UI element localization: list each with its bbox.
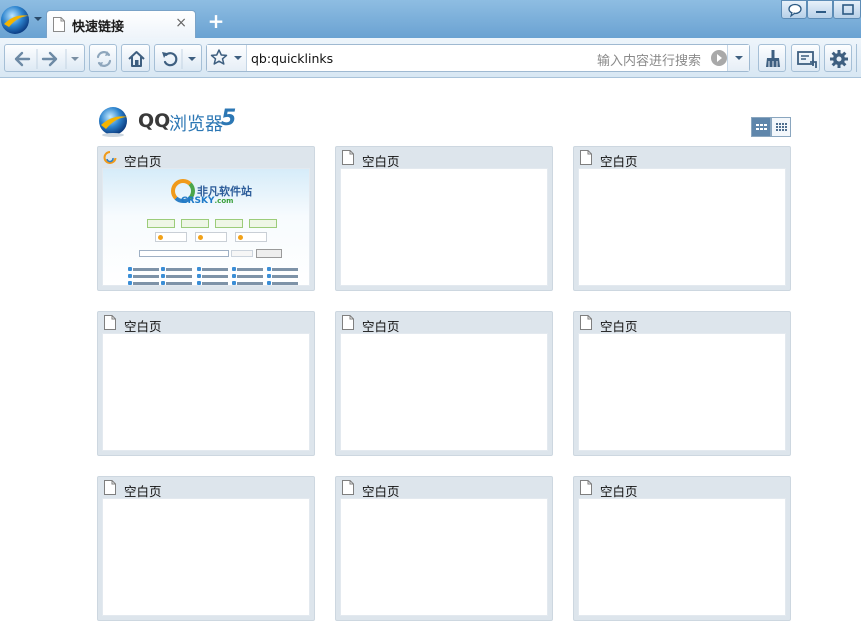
blank-page-icon <box>342 150 354 165</box>
qq-browser-logo-icon <box>1 6 42 34</box>
tile-header: 空白页 <box>574 147 790 169</box>
chevron-down-icon <box>735 56 743 60</box>
tab-title: 快速链接 <box>72 20 125 35</box>
address-dropdown-button[interactable] <box>727 45 749 71</box>
refresh-button[interactable] <box>89 44 117 72</box>
large-grid-view-button[interactable] <box>751 117 771 137</box>
blank-page-icon <box>580 480 592 495</box>
minimize-button[interactable] <box>807 0 833 19</box>
favorite-dropdown-icon[interactable] <box>234 56 242 60</box>
blank-page-icon <box>580 315 592 330</box>
undo-icon <box>162 49 196 69</box>
minimize-icon <box>816 11 826 13</box>
small-grid-view-button[interactable] <box>771 117 791 137</box>
history-dropdown-icon[interactable] <box>71 57 79 61</box>
tile-thumbnail <box>578 333 786 451</box>
title-bar: 快速链接 × + <box>0 0 861 38</box>
maximize-button[interactable] <box>833 0 861 19</box>
tab-quicklinks[interactable]: 快速链接 × <box>46 10 196 38</box>
toolbar: 输入内容进行搜索 <box>0 38 861 78</box>
blank-page-icon <box>104 480 116 495</box>
tile-thumbnail <box>102 498 310 616</box>
qq-browser-globe-icon <box>99 107 128 137</box>
blank-page-icon <box>342 480 354 495</box>
forward-icon[interactable] <box>41 51 58 67</box>
tile-thumbnail <box>340 168 548 286</box>
tile-header: 空白页 <box>574 477 790 499</box>
url-input[interactable] <box>251 49 581 67</box>
blank-page-icon <box>104 315 116 330</box>
blank-page-icon <box>580 150 592 165</box>
view-toggle <box>751 117 791 137</box>
address-bar: 输入内容进行搜索 <box>206 44 750 72</box>
quicklink-tile[interactable]: 空白页 <box>97 476 315 621</box>
crsky-page-preview: 非凡软件站 CRSKY.com <box>103 169 309 285</box>
gear-icon <box>830 50 848 68</box>
broom-icon <box>766 50 780 67</box>
page-icon <box>53 17 65 32</box>
refresh-icon <box>96 51 112 67</box>
feedback-button[interactable] <box>781 0 807 19</box>
tile-header: 空白页 <box>98 312 314 334</box>
tile-thumbnail <box>102 333 310 451</box>
tile-header: 空白页 <box>98 147 314 169</box>
favorite-button[interactable] <box>207 45 247 71</box>
tile-thumbnail: 非凡软件站 CRSKY.com <box>102 168 310 286</box>
tile-header: 空白页 <box>336 477 552 499</box>
blank-page-icon <box>342 315 354 330</box>
search-placeholder[interactable]: 输入内容进行搜索 <box>597 50 701 69</box>
undo-close-tab-button[interactable] <box>154 44 202 72</box>
crsky-favicon-icon <box>103 151 117 164</box>
clean-button[interactable] <box>758 44 786 72</box>
search-go-icon[interactable] <box>711 50 727 66</box>
home-button[interactable] <box>121 44 150 72</box>
back-icon[interactable] <box>14 51 31 67</box>
new-tab-button[interactable]: + <box>205 10 227 32</box>
toolbar-overflow[interactable] <box>856 44 861 72</box>
quicklink-tile[interactable]: 空白页 非凡软件站 CRSKY.com <box>97 146 315 291</box>
browser-menu-button[interactable] <box>0 2 46 36</box>
navigation-group <box>4 44 85 72</box>
quicklink-tile[interactable]: 空白页 <box>335 146 553 291</box>
tile-thumbnail <box>578 168 786 286</box>
undo-dropdown-icon[interactable] <box>188 57 196 61</box>
maximize-icon <box>842 4 854 15</box>
grid-large-icon <box>756 124 767 130</box>
quicklink-tile[interactable]: 空白页 <box>335 476 553 621</box>
grid-small-icon <box>776 123 787 131</box>
tile-thumbnail <box>340 333 548 451</box>
tile-header: 空白页 <box>574 312 790 334</box>
tile-thumbnail <box>340 498 548 616</box>
settings-button[interactable] <box>824 44 852 72</box>
tab-close-icon[interactable]: × <box>175 15 187 31</box>
quicklink-tile[interactable]: 空白页 <box>573 476 791 621</box>
star-icon <box>210 49 242 65</box>
quicklink-tile[interactable]: 空白页 <box>97 311 315 456</box>
tile-header: 空白页 <box>98 477 314 499</box>
screenshot-button[interactable] <box>791 44 820 72</box>
tile-header: 空白页 <box>336 312 552 334</box>
home-icon <box>128 51 145 67</box>
screenshot-icon <box>797 51 817 68</box>
brand-name: 浏览器 <box>169 114 223 135</box>
tile-thumbnail <box>578 498 786 616</box>
quicklink-tile[interactable]: 空白页 <box>335 311 553 456</box>
preview-site-en: CRSKY.com <box>181 196 234 206</box>
quicklink-tile[interactable]: 空白页 <box>573 146 791 291</box>
brand-qq: QQ <box>138 110 171 132</box>
quicklink-tile[interactable]: 空白页 <box>573 311 791 456</box>
speech-bubble-icon <box>788 3 802 18</box>
brand-version: 5 <box>221 106 237 131</box>
tile-header: 空白页 <box>336 147 552 169</box>
